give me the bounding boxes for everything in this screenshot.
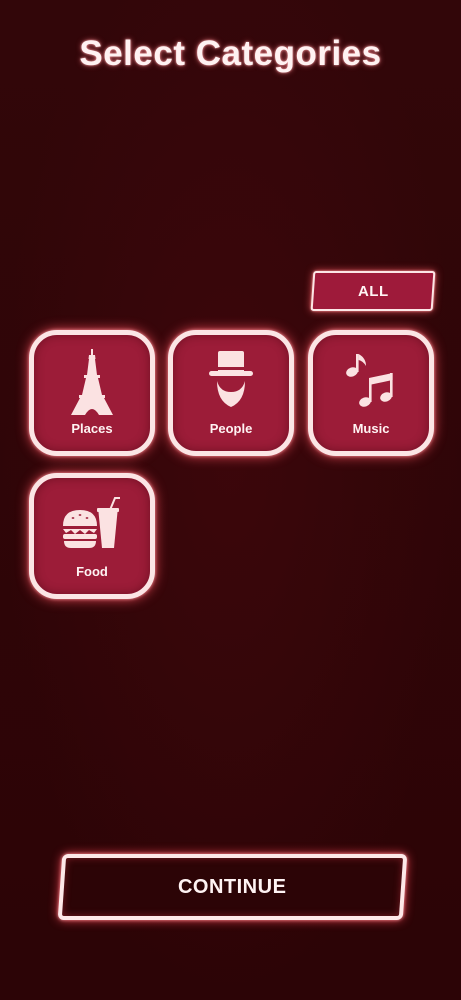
music-notes-icon — [313, 345, 429, 419]
continue-button[interactable]: CONTINUE — [57, 854, 408, 920]
eiffel-tower-icon — [34, 345, 150, 419]
category-label: Music — [352, 421, 390, 436]
category-label: Places — [71, 421, 113, 436]
category-label: Food — [76, 564, 108, 579]
category-tile-food[interactable]: Food — [29, 473, 155, 599]
page-title: Select Categories — [79, 34, 382, 73]
select-all-label: ALL — [357, 282, 389, 300]
continue-label: CONTINUE — [178, 875, 287, 898]
category-label: People — [209, 421, 253, 436]
top-hat-person-icon — [173, 345, 289, 419]
category-tile-music[interactable]: Music — [308, 330, 434, 456]
category-tile-places[interactable]: Places — [29, 330, 155, 456]
category-tile-people[interactable]: People — [168, 330, 294, 456]
burger-drink-icon — [34, 488, 150, 562]
select-all-button[interactable]: ALL — [310, 271, 436, 311]
